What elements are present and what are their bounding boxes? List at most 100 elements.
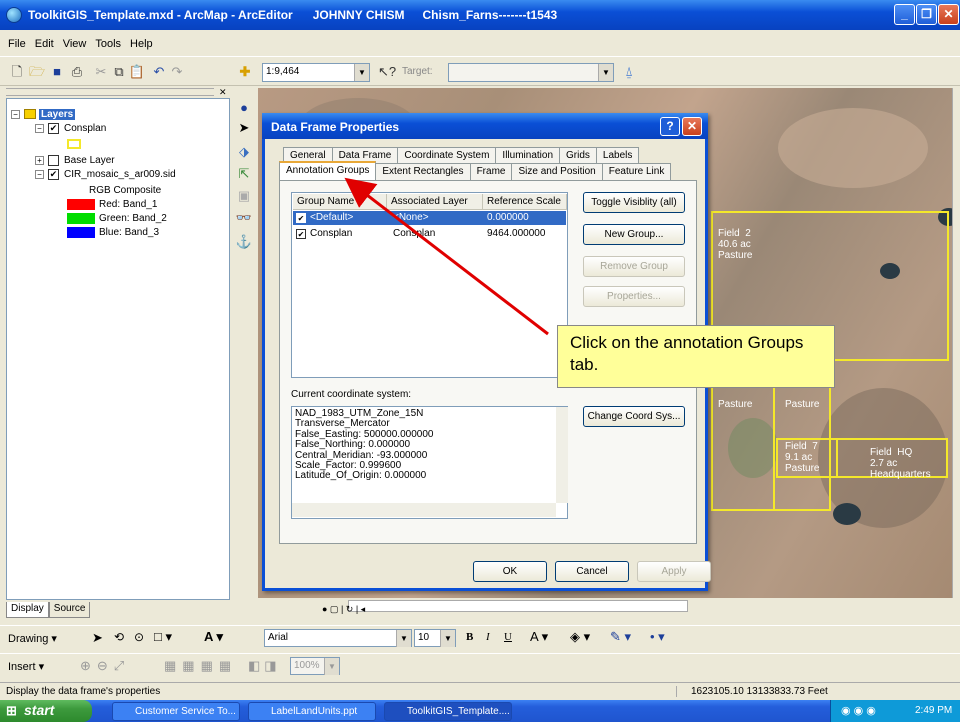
taskbar-item-customer-service[interactable]: Customer Service To... — [112, 702, 240, 721]
add-data-icon[interactable]: ✚ — [236, 63, 254, 81]
font-color-icon[interactable]: A ▾ — [530, 629, 548, 645]
select-pointer-icon[interactable]: ➤ — [92, 630, 103, 646]
toc-layer-base[interactable]: + Base Layer — [35, 153, 115, 167]
line-color-icon[interactable]: ✎ ▾ — [610, 629, 631, 645]
cancel-button[interactable]: Cancel — [555, 561, 629, 582]
collapse-icon[interactable]: − — [35, 169, 44, 179]
fill-color-icon[interactable]: ◈ ▾ — [570, 629, 590, 645]
marker-color-icon[interactable]: • ▾ — [650, 629, 665, 645]
toc-layer-consplan[interactable]: − ✔ Consplan — [35, 121, 106, 135]
remove-group-button[interactable]: Remove Group — [583, 256, 685, 277]
hyperlink-icon[interactable]: ⚓ — [235, 234, 253, 252]
insert-menu[interactable]: Insert ▾ — [8, 660, 44, 673]
editor-icon[interactable]: ⍙ — [620, 63, 638, 81]
map-vertical-scrollbar[interactable] — [952, 88, 960, 598]
row-checkbox[interactable]: ✔ — [296, 229, 306, 239]
column-reference-scale[interactable]: Reference Scale — [483, 194, 567, 210]
font-combo[interactable]: Arial ▼ — [264, 629, 412, 647]
select-features-icon[interactable]: ⬗ — [235, 144, 253, 162]
maximize-button[interactable]: ❐ — [916, 4, 937, 25]
whats-this-icon[interactable]: ↖? — [378, 63, 396, 81]
new-group-button[interactable]: New Group... — [583, 224, 685, 245]
rectangle-icon[interactable]: □ ▾ — [154, 629, 172, 645]
chevron-down-icon[interactable]: ▼ — [396, 630, 411, 647]
apply-button[interactable]: Apply — [637, 561, 711, 582]
new-icon[interactable]: 🗋 — [8, 63, 26, 81]
select-elements-icon[interactable]: ➤ — [235, 120, 253, 138]
dialog-close-button[interactable]: ✕ — [682, 117, 702, 136]
menu-file[interactable]: File — [8, 38, 26, 50]
layer-checkbox[interactable] — [48, 154, 59, 166]
page-nav-icon[interactable]: ◧◨ — [248, 658, 281, 674]
tab-source[interactable]: Source — [48, 602, 91, 618]
target-combo[interactable]: ▼ — [448, 63, 614, 82]
chevron-down-icon[interactable]: ▼ — [354, 64, 369, 81]
taskbar-item-arcmap[interactable]: ToolkitGIS_Template.... — [384, 702, 512, 721]
redo-icon[interactable]: ↷ — [168, 63, 186, 81]
scroll-thumb[interactable] — [348, 600, 688, 612]
paste-icon[interactable]: 📋 — [128, 63, 146, 81]
italic-icon[interactable]: I — [486, 631, 490, 643]
toc-layer-cir[interactable]: − ✔ CIR_mosaic_s_ar009.sid — [35, 167, 176, 181]
column-group-name[interactable]: Group Name — [293, 194, 387, 210]
drawing-menu[interactable]: Drawing ▾ — [8, 632, 57, 645]
close-icon[interactable]: ✕ — [219, 87, 229, 97]
chevron-down-icon[interactable]: ▼ — [598, 64, 613, 81]
properties-button[interactable]: Properties... — [583, 286, 685, 307]
save-icon[interactable]: ■ — [48, 63, 66, 81]
menu-edit[interactable]: Edit — [35, 38, 54, 50]
row-checkbox[interactable]: ✔ — [296, 213, 306, 223]
menu-help[interactable]: Help — [130, 38, 153, 50]
consplan-symbol[interactable] — [67, 137, 81, 151]
tab-extent-rectangles[interactable]: Extent Rectangles — [375, 163, 471, 181]
layer-checkbox[interactable]: ✔ — [48, 122, 59, 134]
collapse-icon[interactable]: − — [11, 109, 20, 119]
layer-checkbox[interactable]: ✔ — [48, 168, 59, 180]
toggle-visibility-button[interactable]: Toggle Visiblity (all) — [583, 192, 685, 213]
rotate-icon[interactable]: ⟲ — [114, 630, 124, 644]
identify-icon[interactable]: ● — [235, 100, 253, 118]
tab-feature-link[interactable]: Feature Link — [601, 163, 672, 181]
annotation-groups-list[interactable]: Group Name Associated Layer Reference Sc… — [291, 192, 568, 378]
zoom-combo[interactable]: 100% ▼ — [290, 657, 340, 675]
print-icon[interactable]: ⎙ — [68, 63, 86, 81]
disabled-tool-icon[interactable]: ▣ — [235, 188, 253, 206]
zoom-page-icon[interactable]: ⊙ — [134, 630, 144, 644]
tab-frame[interactable]: Frame — [469, 163, 513, 181]
chevron-down-icon[interactable]: ▼ — [324, 658, 339, 675]
table-row[interactable]: ✔ Consplan Consplan 9464.000000 — [293, 227, 566, 241]
data-view-icon[interactable]: ● ▢ | ↻ | ◂ — [322, 604, 365, 614]
tab-display[interactable]: Display — [6, 602, 49, 618]
edit-tool-icon[interactable]: ⇱ — [235, 166, 253, 184]
toc-root[interactable]: − Layers — [11, 107, 76, 121]
column-associated-layer[interactable]: Associated Layer — [387, 194, 483, 210]
coord-horizontal-scrollbar[interactable] — [292, 503, 556, 517]
scale-combo[interactable]: 1:9,464 ▼ — [262, 63, 370, 82]
ok-button[interactable]: OK — [473, 561, 547, 582]
chevron-down-icon[interactable]: ▼ — [440, 630, 455, 647]
open-icon[interactable]: 🗁 — [28, 63, 46, 81]
tray-icons[interactable]: ◉ ◉ ◉ — [841, 704, 876, 717]
menu-view[interactable]: View — [63, 38, 87, 50]
cut-icon[interactable]: ✂ — [92, 63, 110, 81]
change-coord-sys-button[interactable]: Change Coord Sys... — [583, 406, 685, 427]
page-tools-icon[interactable]: ▦▦▦▦ — [164, 658, 237, 674]
table-row[interactable]: ✔ <Default> <None> 0.000000 — [293, 211, 566, 225]
undo-icon[interactable]: ↶ — [150, 63, 168, 81]
copy-icon[interactable]: ⧉ — [110, 63, 128, 81]
text-tool-icon[interactable]: A ▾ — [204, 629, 223, 645]
toc-grip[interactable] — [6, 88, 214, 96]
find-icon[interactable]: 👓 — [235, 210, 253, 228]
coord-vertical-scrollbar[interactable] — [556, 407, 568, 503]
underline-icon[interactable]: U — [504, 631, 512, 643]
taskbar-item-ppt[interactable]: LabelLandUnits.ppt — [248, 702, 376, 721]
minimize-button[interactable]: _ — [894, 4, 915, 25]
expand-icon[interactable]: + — [35, 155, 44, 165]
collapse-icon[interactable]: − — [35, 123, 44, 133]
bold-icon[interactable]: B — [466, 631, 473, 643]
close-button[interactable]: ✕ — [938, 4, 959, 25]
tab-size-and-position[interactable]: Size and Position — [511, 163, 603, 181]
start-button[interactable]: ⊞ start — [0, 700, 92, 722]
menu-tools[interactable]: Tools — [95, 38, 121, 50]
tab-annotation-groups[interactable]: Annotation Groups — [279, 161, 377, 181]
